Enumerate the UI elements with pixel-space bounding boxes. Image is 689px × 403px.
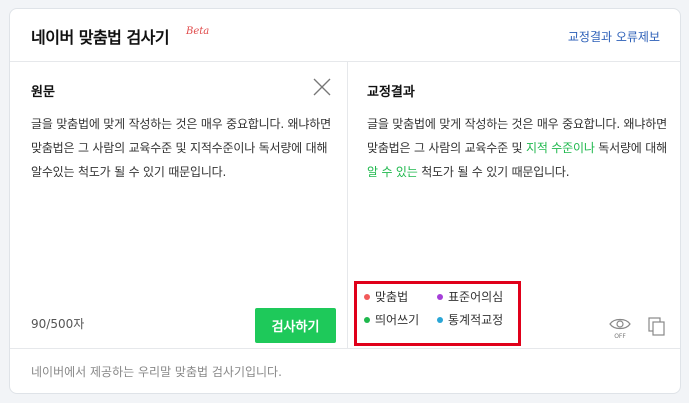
legend-label-standard: 표준어의심 xyxy=(448,290,504,304)
corrected-segment: 척도가 될 수 xyxy=(417,165,487,179)
check-button[interactable]: 검사하기 xyxy=(255,308,336,343)
legend-label-spacing: 띄어쓰기 xyxy=(375,313,420,327)
statistical-dot-icon xyxy=(437,316,443,323)
corrected-segment: 때문입니다. xyxy=(507,165,570,179)
legend-highlight-box: 맞춤법 표준어의심 띄어쓰기 통계적교정 xyxy=(354,281,521,346)
copy-button[interactable] xyxy=(648,317,666,337)
corrected-segment: 있기 xyxy=(486,165,508,179)
beta-badge: Beta xyxy=(186,26,210,37)
corrected-text: 글을 맞춤법에 맞게 작성하는 것은 매우 중요합니다. 왜냐하면 맞춤법은 그… xyxy=(367,112,667,184)
corrected-title: 교정결과 xyxy=(367,85,415,100)
spacing-correction[interactable]: 알 수 있는 xyxy=(367,165,418,179)
report-error-link[interactable]: 교정결과 오류제보 xyxy=(568,28,660,45)
header: 네이버 맞춤법 검사기 Beta 교정결과 오류제보 xyxy=(10,9,680,62)
close-icon[interactable] xyxy=(311,76,333,98)
legend-item-spacing: 띄어쓰기 xyxy=(364,311,419,328)
corrected-segment: 독서량에 대해 xyxy=(594,141,667,155)
original-text-input[interactable]: 글을 맞춤법에 맞게 작성하는 것은 매우 중요합니다. 왜냐하면 맞춤법은 그… xyxy=(31,112,331,184)
footer-text: 네이버에서 제공하는 우리말 맞춤법 검사기입니다. xyxy=(31,365,282,379)
spelling-dot-icon xyxy=(364,293,370,300)
spell-checker-card: 네이버 맞춤법 검사기 Beta 교정결과 오류제보 원문 글을 맞춤법에 맞게… xyxy=(9,8,681,394)
original-text-pane: 원문 글을 맞춤법에 맞게 작성하는 것은 매우 중요합니다. 왜냐하면 맞춤법… xyxy=(10,62,348,348)
view-toggle-button[interactable]: OFF xyxy=(608,315,632,343)
legend-item-statistical: 통계적교정 xyxy=(437,311,503,328)
legend-item-standard: 표준어의심 xyxy=(437,288,503,305)
char-counter: 90/500자 xyxy=(31,317,85,331)
app-title: 네이버 맞춤법 검사기 xyxy=(31,28,170,47)
eye-icon xyxy=(609,318,631,330)
footer: 네이버에서 제공하는 우리말 맞춤법 검사기입니다. xyxy=(10,348,680,393)
legend-label-spelling: 맞춤법 xyxy=(375,290,409,304)
spacing-correction[interactable]: 지적 수준이나 xyxy=(526,141,595,155)
standard-dot-icon xyxy=(437,293,443,300)
corrected-text-pane: 교정결과 글을 맞춤법에 맞게 작성하는 것은 매우 중요합니다. 왜냐하면 맞… xyxy=(348,62,680,348)
spacing-dot-icon xyxy=(364,316,370,323)
copy-icon xyxy=(648,317,665,336)
legend-label-statistical: 통계적교정 xyxy=(448,313,504,327)
legend-item-spelling: 맞춤법 xyxy=(364,288,408,305)
eye-off-label: OFF xyxy=(614,333,626,340)
original-title: 원문 xyxy=(31,85,55,100)
